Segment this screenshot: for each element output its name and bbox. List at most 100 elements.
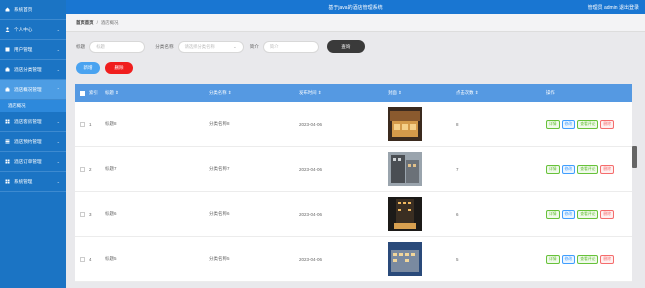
cell-index: 1: [89, 121, 92, 127]
col-clicks[interactable]: 点击次数 ⇕: [456, 90, 546, 96]
sidebar-item-label: 系统管理: [14, 178, 33, 184]
table-row: 3 标题6 分类名称6 2023-04-06 6 详情 修改 查看评论 删除: [75, 192, 632, 237]
query-button[interactable]: 查询: [326, 40, 365, 53]
add-button[interactable]: 新增: [76, 62, 100, 74]
view-comments-button[interactable]: 查看评论: [577, 164, 599, 174]
cover-image: [388, 196, 422, 231]
cell-index: 2: [89, 166, 92, 172]
cell-clicks: 8: [456, 121, 459, 127]
col-cover[interactable]: 封面 ⇕: [388, 90, 456, 96]
sidebar-item-system[interactable]: 系统管理 ⌄: [0, 172, 66, 192]
chevron-down-icon: ⌄: [56, 119, 60, 124]
title-label: 标题: [76, 43, 86, 49]
sidebar-item-label: 系统首页: [14, 6, 33, 12]
category-select[interactable]: 请选择分类名称 ⌄: [177, 40, 244, 53]
extra-input[interactable]: 简介: [262, 40, 319, 53]
data-table: 索引 标题 ⇕ 分类名称 ⇕ 发布时间 ⇕ 封面 ⇕ 点击次数 ⇕ 操作 1 标…: [75, 84, 632, 282]
cover-image: [388, 106, 422, 141]
list-icon: [5, 139, 10, 144]
action-bar: 新增 删除: [76, 62, 133, 74]
chevron-down-icon: ⌄: [232, 43, 237, 49]
row-delete-button[interactable]: 删除: [600, 254, 614, 264]
cell-title: 标题5: [105, 256, 117, 261]
table-row: 4 标题5 分类名称5 2023-04-06 5 详情 修改 查看评论 删除: [75, 237, 632, 282]
view-comments-button[interactable]: 查看评论: [577, 254, 599, 264]
cell-category: 分类名称8: [209, 121, 230, 126]
detail-button[interactable]: 详情: [546, 209, 560, 219]
sidebar-item-hotel-overview[interactable]: 酒店概况管理 ⌃: [0, 80, 66, 100]
cell-clicks: 5: [456, 256, 459, 262]
sidebar-item-label: 酒店预约管理: [14, 138, 42, 144]
chevron-down-icon: ⌄: [56, 139, 60, 144]
cell-title: 标题7: [105, 166, 117, 171]
title-input[interactable]: 标题: [89, 40, 146, 53]
row-checkbox[interactable]: [79, 166, 85, 172]
cell-index: 3: [89, 211, 92, 217]
detail-button[interactable]: 详情: [546, 119, 560, 129]
grid-icon: [5, 159, 10, 164]
sidebar-item-home[interactable]: 系统首页: [0, 0, 66, 20]
sidebar-item-profile[interactable]: 个人中心 ⌄: [0, 20, 66, 40]
col-date[interactable]: 发布时间 ⇕: [299, 90, 388, 96]
hotel-icon: [5, 87, 10, 92]
breadcrumb-home[interactable]: 首页首页: [76, 20, 94, 26]
table-row: 1 标题8 分类名称8 2023-04-06 8 详情 修改 查看评论 删除: [75, 102, 632, 147]
row-delete-button[interactable]: 删除: [600, 164, 614, 174]
cell-date: 2023-04-06: [299, 211, 323, 217]
logout-link[interactable]: 退出登录: [619, 5, 639, 11]
app-title: 基于java的酒店管理系统: [328, 5, 383, 11]
detail-button[interactable]: 详情: [546, 164, 560, 174]
cell-date: 2023-04-06: [299, 166, 323, 172]
delete-button[interactable]: 删除: [105, 62, 133, 74]
detail-button[interactable]: 详情: [546, 254, 560, 264]
edit-button[interactable]: 修改: [561, 119, 576, 129]
chevron-down-icon: ⌄: [56, 47, 60, 52]
cover-image: [388, 241, 422, 276]
breadcrumb: 首页首页 / 酒店概况: [66, 14, 645, 32]
search-bar: 标题 标题 分类名称 请选择分类名称 ⌄ 简介 简介 查询: [76, 40, 365, 53]
scrollbar[interactable]: [632, 146, 637, 168]
row-delete-button[interactable]: 删除: [600, 119, 614, 129]
sidebar-item-orders[interactable]: 酒店订单管理 ⌄: [0, 152, 66, 172]
row-delete-button[interactable]: 删除: [600, 209, 614, 219]
sidebar-subitem-hotel-overview[interactable]: 酒店概况: [0, 100, 66, 112]
user-name: 管理员 admin: [587, 5, 618, 11]
col-category[interactable]: 分类名称 ⇕: [209, 90, 299, 96]
row-checkbox[interactable]: [79, 211, 85, 217]
extra-label: 简介: [249, 43, 259, 49]
select-all-checkbox[interactable]: [79, 90, 85, 96]
category-label: 分类名称: [155, 43, 174, 49]
user-icon: [5, 27, 10, 32]
cell-index: 4: [89, 256, 92, 262]
chevron-down-icon: ⌄: [56, 179, 60, 184]
top-bar: 基于java的酒店管理系统 管理员 admin 退出登录: [66, 0, 645, 14]
table-header: 索引 标题 ⇕ 分类名称 ⇕ 发布时间 ⇕ 封面 ⇕ 点击次数 ⇕ 操作: [75, 84, 632, 102]
sidebar: 系统首页 个人中心 ⌄ 用户管理 ⌄ 酒店分类管理 ⌄ 酒店概况管理 ⌃ 酒店概…: [0, 0, 66, 288]
sidebar-item-reservations[interactable]: 酒店预约管理 ⌄: [0, 132, 66, 152]
cell-title: 标题6: [105, 211, 117, 216]
sidebar-item-users[interactable]: 用户管理 ⌄: [0, 40, 66, 60]
cell-category: 分类名称6: [209, 211, 230, 216]
view-comments-button[interactable]: 查看评论: [577, 119, 599, 129]
sidebar-item-hotel-category[interactable]: 酒店分类管理 ⌄: [0, 60, 66, 80]
sidebar-item-label: 酒店分类管理: [14, 66, 42, 72]
chevron-up-icon: ⌃: [56, 87, 60, 92]
row-checkbox[interactable]: [79, 121, 85, 127]
edit-button[interactable]: 修改: [561, 209, 576, 219]
sidebar-item-rooms[interactable]: 酒店客房管理 ⌄: [0, 112, 66, 132]
row-checkbox[interactable]: [79, 256, 85, 262]
cell-category: 分类名称5: [209, 256, 230, 261]
grid-icon: [5, 179, 10, 184]
chevron-down-icon: ⌄: [56, 27, 60, 32]
chevron-down-icon: ⌄: [56, 159, 60, 164]
cover-image: [388, 151, 422, 186]
col-title[interactable]: 标题 ⇕: [105, 90, 209, 96]
edit-button[interactable]: 修改: [561, 254, 576, 264]
sidebar-subitem-label: 酒店概况: [8, 103, 26, 108]
view-comments-button[interactable]: 查看评论: [577, 209, 599, 219]
cell-clicks: 7: [456, 166, 459, 172]
edit-button[interactable]: 修改: [561, 164, 576, 174]
category-placeholder: 请选择分类名称: [184, 43, 215, 49]
home-icon: [5, 7, 10, 12]
table-row: 2 标题7 分类名称7 2023-04-06 7 详情 修改 查看评论 删除: [75, 147, 632, 192]
